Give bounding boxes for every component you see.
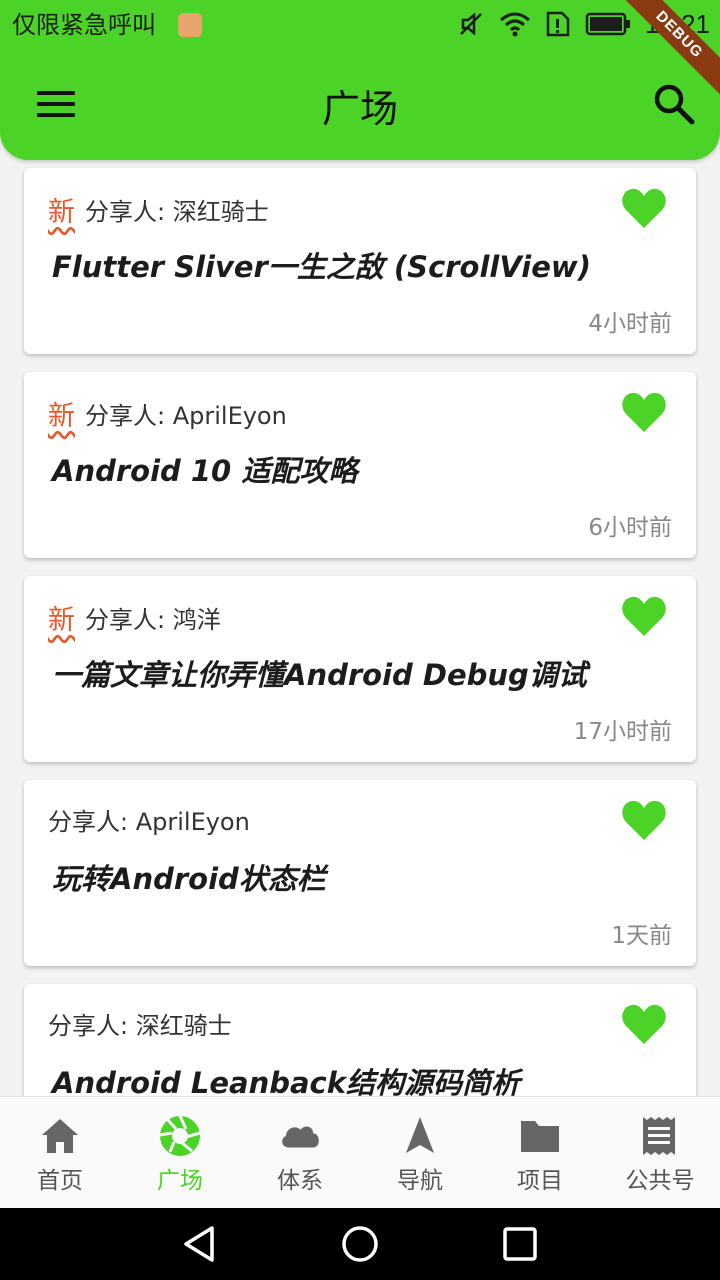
- heart-icon[interactable]: [620, 390, 668, 434]
- battery-icon: [585, 12, 630, 36]
- home-icon: [42, 1119, 78, 1153]
- sharer-name: 分享人: AprilEyon: [48, 808, 250, 836]
- heart-icon[interactable]: [620, 186, 668, 230]
- back-icon[interactable]: [180, 1224, 220, 1264]
- app-header: 仅限紧急呼叫 15:21 DEBUG 广场: [0, 0, 720, 160]
- post-title[interactable]: Flutter Sliver一生之敌 (ScrollView): [52, 244, 591, 286]
- post-meta: 新 分享人: 深红骑士: [48, 190, 269, 229]
- sim-alert-icon: [546, 11, 570, 37]
- post-title[interactable]: Android Leanback结构源码简析: [52, 1060, 520, 1096]
- post-meta: 分享人: 深红骑士: [48, 1006, 232, 1041]
- post-meta: 分享人: AprilEyon: [48, 802, 250, 837]
- nav-item-square[interactable]: 广场: [120, 1097, 240, 1209]
- post-card[interactable]: 分享人: AprilEyon 玩转Android状态栏 1天前: [24, 780, 696, 966]
- nav-item-projects[interactable]: 项目: [480, 1097, 600, 1209]
- post-card[interactable]: 新 分享人: 鸿洋 一篇文章让你弄懂Android Debug调试 17小时前: [24, 576, 696, 762]
- post-time: 4小时前: [588, 311, 672, 337]
- post-title[interactable]: 玩转Android状态栏: [52, 856, 326, 898]
- notification-app-icon: [178, 13, 202, 37]
- search-icon[interactable]: [650, 80, 698, 128]
- carrier-text: 仅限紧急呼叫: [12, 11, 156, 39]
- nav-label: 项目: [517, 1168, 563, 1194]
- cloud-icon: [282, 1126, 319, 1148]
- receipt-icon: [643, 1117, 675, 1155]
- nav-item-system[interactable]: 体系: [240, 1097, 360, 1209]
- post-card[interactable]: 新 分享人: AprilEyon Android 10 适配攻略 6小时前: [24, 372, 696, 558]
- heart-icon[interactable]: [620, 1002, 668, 1046]
- home-circle-icon[interactable]: [340, 1224, 380, 1264]
- nav-label: 体系: [277, 1168, 323, 1194]
- post-title[interactable]: 一篇文章让你弄懂Android Debug调试: [52, 652, 587, 694]
- mute-icon: [460, 12, 482, 36]
- bottom-navigation: 首页 广场 体系 导航 项目 公共号: [0, 1096, 720, 1208]
- heart-icon[interactable]: [620, 798, 668, 842]
- post-meta: 新 分享人: 鸿洋: [48, 598, 221, 637]
- post-time: 17小时前: [573, 719, 672, 745]
- aperture-icon: [159, 1115, 201, 1156]
- new-badge: 新: [48, 401, 75, 432]
- post-card[interactable]: 分享人: 深红骑士 Android Leanback结构源码简析: [24, 984, 696, 1096]
- recents-icon[interactable]: [500, 1224, 540, 1264]
- post-title[interactable]: Android 10 适配攻略: [52, 448, 357, 490]
- nav-item-home[interactable]: 首页: [0, 1097, 120, 1209]
- sharer-name: 分享人: AprilEyon: [85, 402, 287, 430]
- nav-label: 导航: [397, 1168, 443, 1194]
- sharer-name: 分享人: 深红骑士: [85, 198, 269, 226]
- new-badge: 新: [48, 197, 75, 228]
- nav-label: 首页: [37, 1168, 83, 1194]
- page-title: 广场: [321, 87, 398, 131]
- new-badge: 新: [48, 605, 75, 636]
- nav-item-official-accounts[interactable]: 公共号: [600, 1097, 720, 1209]
- post-time: 6小时前: [588, 515, 672, 541]
- post-feed[interactable]: 新 分享人: 深红骑士 Flutter Sliver一生之敌 (ScrollVi…: [0, 160, 720, 1096]
- sharer-name: 分享人: 深红骑士: [48, 1012, 232, 1040]
- post-card[interactable]: 新 分享人: 深红骑士 Flutter Sliver一生之敌 (ScrollVi…: [24, 168, 696, 354]
- folder-icon: [521, 1121, 559, 1152]
- post-time: 1天前: [611, 923, 672, 949]
- heart-icon[interactable]: [620, 594, 668, 638]
- nav-label: 公共号: [625, 1168, 695, 1194]
- nav-label: 广场: [157, 1168, 203, 1194]
- wifi-icon: [499, 12, 530, 37]
- navigation-icon: [406, 1117, 434, 1153]
- nav-item-navigation[interactable]: 导航: [360, 1097, 480, 1209]
- post-meta: 新 分享人: AprilEyon: [48, 394, 287, 433]
- sharer-name: 分享人: 鸿洋: [85, 606, 221, 634]
- system-navigation-bar: [0, 1208, 720, 1280]
